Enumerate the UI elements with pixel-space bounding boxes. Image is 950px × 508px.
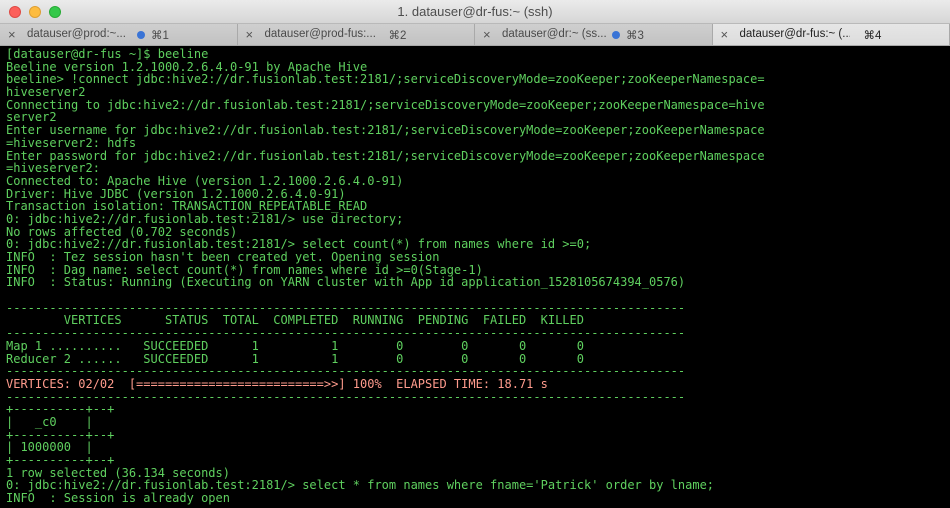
terminal-line: beeline> !connect jdbc:hive2://dr.fusion…: [6, 72, 765, 87]
terminal-line: Enter username for jdbc:hive2://dr.fusio…: [6, 123, 765, 138]
terminal-line: 0: jdbc:hive2://dr.fusionlab.test:2181/>…: [6, 211, 404, 226]
terminal-line: INFO : Tez session hasn't been created y…: [6, 250, 440, 264]
close-tab-icon[interactable]: ×: [246, 27, 254, 42]
tab-shortcut: ⌘3: [626, 30, 644, 42]
tab-4[interactable]: × datauser@dr-fus:~ (... ⌘4: [712, 24, 950, 45]
tab-title: datauser@prod:~...: [27, 28, 126, 40]
tab-title: datauser@dr-fus:~ (...: [739, 28, 850, 40]
close-tab-icon[interactable]: ×: [721, 27, 729, 42]
activity-dot-icon: [612, 31, 620, 39]
terminal-line: +----------+--+: [6, 402, 115, 417]
tab-shortcut: ⌘2: [388, 30, 407, 42]
tab-2[interactable]: × datauser@prod-fus:... ⌘2: [237, 24, 475, 45]
activity-dot-icon: [137, 31, 145, 39]
terminal-line: INFO : Session is already open: [6, 491, 230, 506]
title-bar[interactable]: 1. datauser@dr-fus:~ (ssh): [0, 0, 950, 24]
terminal-line: =hiveserver2: hdfs: [6, 135, 137, 150]
terminal-window: 1. datauser@dr-fus:~ (ssh) × datauser@pr…: [0, 0, 950, 508]
tab-title: datauser@prod-fus:...: [264, 28, 375, 40]
terminal-line: Enter password for jdbc:hive2://dr.fusio…: [6, 148, 765, 163]
terminal-line: Connected to: Apache Hive (version 1.2.1…: [6, 173, 404, 188]
tab-bar: × datauser@prod:~... ⌘1 × datauser@prod-…: [0, 24, 950, 46]
terminal-line: ----------------------------------------…: [6, 389, 686, 404]
terminal-line: | 1000000 |: [6, 440, 93, 455]
terminal-line: Map 1 .......... SUCCEEDED 1 1 0 0 0 0: [6, 338, 584, 353]
terminal-line: ----------------------------------------…: [6, 364, 686, 379]
terminal-line: VERTICES: 02/02 [=======================…: [6, 376, 548, 391]
tab-shortcut: ⌘1: [151, 30, 169, 42]
terminal-line: =hiveserver2:: [6, 161, 100, 176]
close-tab-icon[interactable]: ×: [8, 27, 16, 42]
terminal-line: [datauser@dr-fus ~]$ beeline: [6, 47, 209, 61]
terminal-line: +----------+--+: [6, 453, 115, 467]
tab-title: datauser@dr:~ (ss...: [502, 28, 607, 40]
close-tab-icon[interactable]: ×: [483, 27, 491, 42]
tab-1[interactable]: × datauser@prod:~... ⌘1: [0, 24, 238, 45]
terminal-line: ----------------------------------------…: [6, 326, 686, 341]
tab-shortcut: ⌘4: [863, 30, 882, 42]
terminal-line: INFO : Status: Running (Executing on YAR…: [6, 275, 686, 290]
terminal-line: | _c0 |: [6, 414, 93, 429]
terminal-line: Connecting to jdbc:hive2://dr.fusionlab.…: [6, 97, 765, 112]
terminal-line: +----------+--+: [6, 427, 115, 442]
terminal-output[interactable]: [datauser@dr-fus ~]$ beeline Beeline vers…: [0, 46, 950, 508]
window-title: 1. datauser@dr-fus:~ (ssh): [397, 4, 553, 19]
terminal-line: hiveserver2: [6, 85, 86, 100]
tab-3[interactable]: × datauser@dr:~ (ss... ⌘3: [475, 24, 713, 45]
